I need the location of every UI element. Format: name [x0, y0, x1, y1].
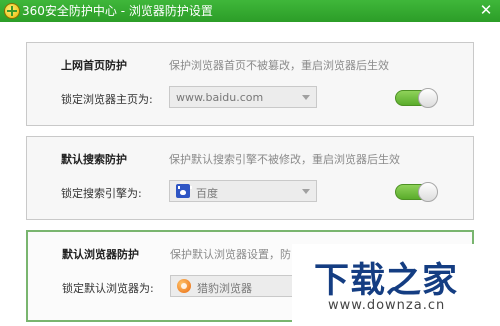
- search-engine-select-value: 百度: [196, 187, 218, 200]
- default-browser-select-value: 猎豹浏览器: [197, 282, 252, 295]
- watermark-url: www.downza.cn: [328, 298, 446, 313]
- homepage-select-value: www.baidu.com: [176, 91, 264, 104]
- watermark-logo-text: 下载之家: [314, 261, 459, 301]
- 360-shield-icon: [4, 3, 20, 19]
- baidu-paw-icon: [176, 184, 192, 198]
- search-protection-toggle[interactable]: [395, 182, 438, 202]
- cheetah-browser-icon: [177, 279, 191, 293]
- toggle-knob: [418, 88, 438, 108]
- search-protection-panel: 默认搜索防护 保护默认搜索引擎不被修改，重启浏览器后生效 锁定搜索引擎为: 百度: [26, 136, 474, 220]
- homepage-select[interactable]: www.baidu.com: [169, 86, 317, 108]
- homepage-protection-toggle[interactable]: [395, 88, 438, 108]
- close-icon[interactable]: ✕: [478, 3, 494, 19]
- panel-heading: 上网首页防护: [61, 59, 127, 72]
- chevron-down-icon: [302, 95, 310, 100]
- watermark: 下载之家 www.downza.cn: [292, 244, 500, 326]
- panel-heading: 默认浏览器防护: [62, 248, 139, 261]
- panel-description: 保护默认浏览器设置，防: [170, 248, 291, 261]
- homepage-lock-label: 锁定浏览器主页为:: [61, 93, 153, 106]
- toggle-knob: [418, 182, 438, 202]
- default-browser-lock-label: 锁定默认浏览器为:: [62, 282, 154, 295]
- search-engine-select[interactable]: 百度: [169, 180, 317, 202]
- panel-heading: 默认搜索防护: [61, 153, 127, 166]
- window-title: 360安全防护中心 - 浏览器防护设置: [22, 4, 213, 18]
- search-engine-lock-label: 锁定搜索引擎为:: [61, 187, 142, 200]
- panel-description: 保护默认搜索引擎不被修改，重启浏览器后生效: [169, 153, 400, 166]
- chevron-down-icon: [302, 189, 310, 194]
- homepage-protection-panel: 上网首页防护 保护浏览器首页不被篡改，重启浏览器后生效 锁定浏览器主页为: ww…: [26, 42, 474, 126]
- title-bar: 360安全防护中心 - 浏览器防护设置 ✕: [0, 0, 500, 22]
- panel-description: 保护浏览器首页不被篡改，重启浏览器后生效: [169, 59, 389, 72]
